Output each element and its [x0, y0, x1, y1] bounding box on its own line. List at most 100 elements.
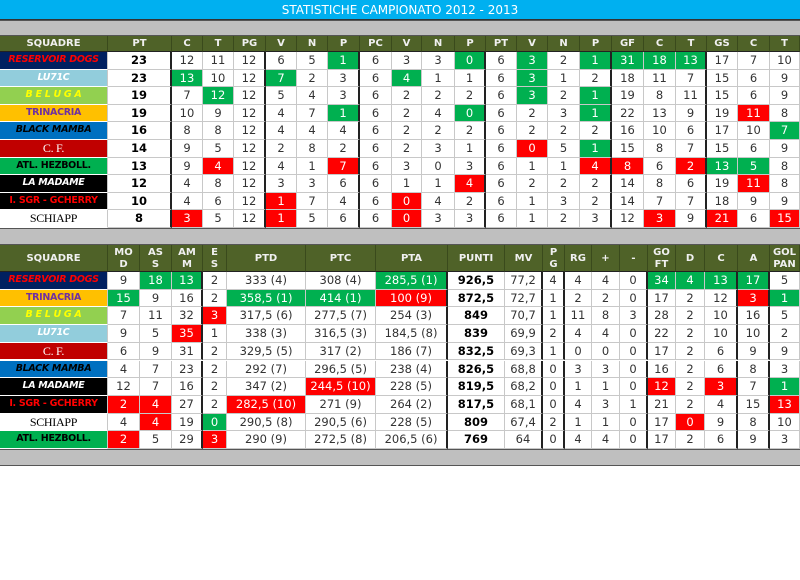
stat-cell: 9	[140, 342, 172, 361]
stat-cell: 6	[360, 210, 392, 228]
stat-cell: 0	[517, 140, 548, 158]
stat-cell: 6	[360, 104, 392, 123]
stat-cell: 2	[592, 289, 620, 308]
stat-cell: 206,5 (6)	[376, 431, 448, 449]
stat-cell: 6	[644, 157, 676, 176]
stat-cell: 19	[108, 87, 172, 105]
stat-cell: 7	[108, 307, 140, 326]
stat-cell: 1	[517, 157, 548, 176]
stat-cell: 4	[108, 413, 140, 432]
stat-cell: 272,5 (8)	[306, 431, 376, 449]
stat-cell: 0	[543, 360, 565, 379]
column-header: RG	[565, 245, 592, 272]
team-name: LU71C	[0, 69, 108, 88]
stat-cell: 228 (5)	[376, 413, 448, 432]
stat-cell: 1	[565, 378, 592, 396]
stat-cell: 7	[297, 104, 328, 123]
stat-cell: 3	[203, 307, 227, 326]
stat-cell: 6	[738, 69, 770, 88]
stat-cell: 15	[770, 210, 800, 228]
column-header: N	[548, 36, 580, 52]
stat-cell: 7	[738, 378, 770, 396]
stat-cell: 6	[486, 122, 517, 140]
stat-cell: 6	[266, 52, 297, 70]
stat-cell: 1	[328, 104, 360, 123]
stat-cell: 6	[738, 210, 770, 228]
stat-cell: 4	[565, 395, 592, 414]
stat-cell: 11	[140, 307, 172, 326]
stat-cell: 3	[770, 360, 800, 379]
stat-cell: 3	[565, 360, 592, 379]
team-name: BLACK MAMBA	[0, 360, 108, 379]
stat-cell: 21	[648, 395, 676, 414]
stat-cell: 12	[172, 52, 203, 70]
stat-cell: 12	[108, 378, 140, 396]
stat-cell: 2	[676, 395, 705, 414]
stat-cell: 1	[392, 175, 422, 193]
stat-cell: 3	[517, 52, 548, 70]
stat-cell: 2	[392, 104, 422, 123]
stat-cell: 1	[580, 52, 612, 70]
stat-cell: 12	[612, 210, 644, 228]
stat-cell: 5	[738, 157, 770, 176]
stat-cell: 6	[705, 342, 738, 361]
stat-cell: 317,5 (6)	[227, 307, 306, 326]
column-header: P	[328, 36, 360, 52]
stat-cell: 3	[620, 307, 648, 326]
stat-cell: 285,5 (1)	[376, 272, 448, 290]
team-name: B E L U G A	[0, 87, 108, 105]
stat-cell: 2	[392, 140, 422, 158]
stat-cell: 4	[108, 360, 140, 379]
stat-cell: 1	[548, 157, 580, 176]
stat-cell: 10	[770, 413, 800, 432]
stat-cell: 282,5 (10)	[227, 395, 306, 414]
stat-cell: 19	[707, 104, 738, 123]
stat-cell: 13	[707, 157, 738, 176]
stat-cell: 2	[517, 122, 548, 140]
stat-cell: 819,5	[448, 378, 505, 396]
stat-cell: 3	[422, 140, 455, 158]
stat-cell: 244,5 (10)	[306, 378, 376, 396]
stat-cell: 69,9	[505, 325, 543, 343]
stat-cell: 6	[360, 52, 392, 70]
stat-cell: 2	[203, 272, 227, 290]
stat-cell: 3	[203, 431, 227, 449]
stat-cell: 2	[565, 289, 592, 308]
column-header: PUNTI	[448, 245, 505, 272]
stat-cell: 5	[266, 87, 297, 105]
stat-cell: 1	[543, 289, 565, 308]
stat-cell: 6	[360, 157, 392, 176]
stat-cell: 10	[738, 325, 770, 343]
stat-cell: 358,5 (1)	[227, 289, 306, 308]
stat-cell: 12	[234, 87, 266, 105]
stat-cell: 2	[580, 175, 612, 193]
stat-cell: 8	[203, 175, 234, 193]
stat-cell: 1	[592, 378, 620, 396]
stat-cell: 2	[108, 395, 140, 414]
stat-cell: 7	[644, 192, 676, 211]
stat-cell: 3	[328, 87, 360, 105]
column-header: PTD	[227, 245, 306, 272]
team-name: TRINACRIA	[0, 289, 108, 308]
stat-cell: 17	[648, 342, 676, 361]
stat-cell: 2	[392, 122, 422, 140]
stat-cell: 4	[565, 431, 592, 449]
column-header: T	[676, 36, 707, 52]
stat-cell: 3	[328, 69, 360, 88]
team-name: ATL. HEZBOLL.	[0, 431, 108, 449]
stat-cell: 7	[266, 69, 297, 88]
column-header: E S	[203, 245, 227, 272]
team-name: RESERVOIR DOGS	[0, 52, 108, 70]
stat-cell: 333 (4)	[227, 272, 306, 290]
team-name: SCHIAPP	[0, 210, 108, 228]
stat-cell: 9	[676, 210, 707, 228]
stat-cell: 317 (2)	[306, 342, 376, 361]
stat-cell: 849	[448, 307, 505, 326]
stat-cell: 2	[676, 307, 705, 326]
stat-cell: 414 (1)	[306, 289, 376, 308]
stat-cell: 12	[234, 122, 266, 140]
stat-cell: 3	[455, 210, 486, 228]
stat-cell: 9	[203, 104, 234, 123]
stat-cell: 3	[517, 87, 548, 105]
column-header: D	[676, 245, 705, 272]
